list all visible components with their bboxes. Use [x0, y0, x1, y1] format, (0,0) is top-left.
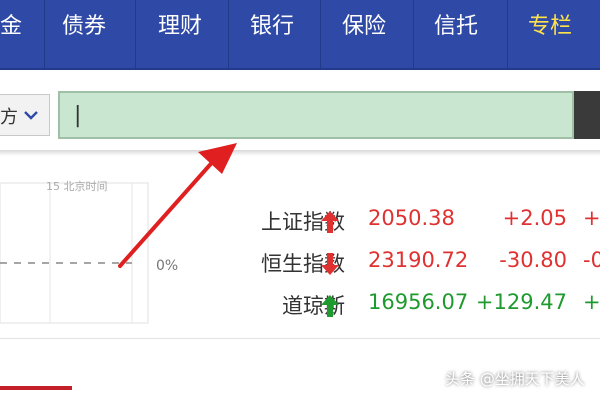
nav-divider: [135, 0, 136, 68]
nav-item-column[interactable]: 专栏: [528, 12, 572, 42]
index-mini-chart: [0, 182, 149, 324]
nav-divider: [507, 0, 508, 68]
chevron-down-icon: [24, 111, 38, 120]
index-change-percent: +0: [583, 206, 600, 230]
index-row[interactable]: 恒生指数 23190.72 -30.80 -0: [205, 244, 600, 280]
nav-item-bonds[interactable]: 债券: [62, 12, 106, 42]
nav-divider: [228, 0, 229, 68]
nav-item-fund-partial[interactable]: 金: [0, 12, 22, 42]
index-change: +129.47: [475, 290, 567, 314]
search-input[interactable]: [58, 91, 574, 139]
index-change: -30.80: [499, 248, 567, 272]
index-change: +2.05: [502, 206, 567, 230]
nav-divider: [44, 0, 45, 68]
nav-divider: [413, 0, 414, 68]
active-tab-indicator: [0, 386, 72, 390]
section-divider: [0, 338, 600, 339]
index-change-percent: -0: [583, 248, 600, 272]
search-button[interactable]: [574, 91, 600, 139]
top-nav: 金 债券 理财 银行 保险 信托 专栏: [0, 0, 600, 70]
nav-item-trust[interactable]: 信托: [434, 12, 478, 42]
nav-divider: [320, 0, 321, 68]
arrow-up-icon: [321, 295, 339, 317]
index-change-percent: +0: [583, 290, 600, 314]
arrow-down-icon: [321, 253, 339, 275]
search-bar: 方: [0, 88, 600, 144]
chart-percent-label: 0%: [156, 258, 179, 274]
arrow-up-icon: [321, 211, 339, 233]
index-value: 16956.07: [368, 290, 469, 314]
index-value: 2050.38: [368, 206, 455, 230]
search-type-value: 方: [0, 107, 18, 128]
index-value: 23190.72: [368, 248, 469, 272]
search-type-select[interactable]: 方: [0, 94, 50, 136]
chart-time-label: 15 北京时间: [46, 180, 108, 193]
nav-item-wealth[interactable]: 理财: [158, 12, 202, 42]
section-divider: [0, 150, 600, 156]
watermark: 头条 @坐拥天下美人: [445, 370, 585, 388]
index-row[interactable]: 道琼斯 16956.07 +129.47 +0: [205, 286, 600, 322]
nav-item-insurance[interactable]: 保险: [342, 12, 386, 42]
nav-item-bank[interactable]: 银行: [250, 12, 294, 42]
index-row[interactable]: 上证指数 2050.38 +2.05 +0: [205, 202, 600, 238]
